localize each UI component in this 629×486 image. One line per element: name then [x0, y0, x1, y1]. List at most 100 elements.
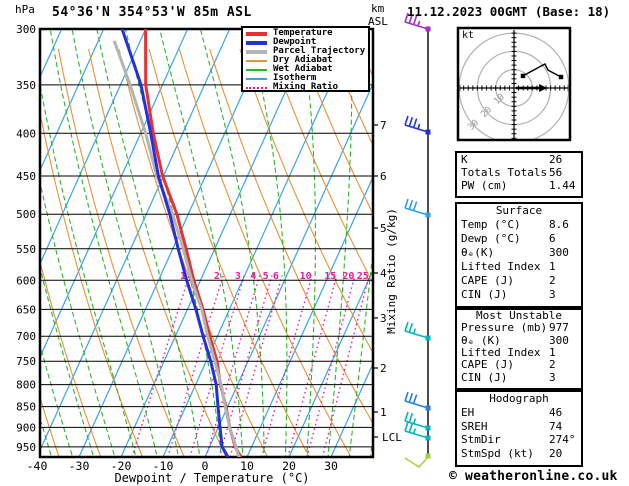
- pressure-tick-label: 450: [16, 170, 36, 183]
- run-date-title: 11.12.2023 00GMT (Base: 18): [407, 4, 611, 19]
- stat-row: SREH 74: [457, 420, 581, 434]
- stat-row: θₑ(K) 300: [457, 246, 581, 260]
- km-axis-unit: km: [371, 2, 385, 15]
- wet-adiabat-line: [370, 433, 373, 457]
- dry-adiabat-line: [209, 48, 373, 425]
- stat-value: 977: [549, 321, 569, 335]
- pressure-tick-label: 800: [16, 379, 36, 392]
- km-tick-label: 2: [380, 362, 387, 375]
- mixing-ratio-line: [229, 275, 283, 457]
- legend-item-label: Mixing Ratio: [273, 82, 339, 92]
- wet-adiabat-line: [40, 81, 142, 457]
- stat-label: Dewp (°C): [461, 232, 521, 245]
- wet-adiabat-line: [300, 29, 316, 457]
- hodograph-stats-panel: Hodograph EH 46 SREH 74 StmDir 274° StmSpd (kt…: [455, 390, 583, 467]
- stat-label: Totals Totals: [461, 166, 548, 179]
- isotherm-line: [204, 82, 373, 457]
- stat-label: Lifted Index: [461, 345, 541, 359]
- km-tick-label: 6: [380, 170, 387, 183]
- most-unstable-panel: Most Unstable Pressure (mb) 977 θₑ (K) 300 L…: [455, 308, 583, 390]
- wet-adiabat-line: [71, 29, 184, 457]
- isotherm-line: [162, 29, 357, 457]
- legend-line-sample: [246, 68, 267, 71]
- stat-value: 56: [549, 166, 563, 179]
- stat-row: StmDir 274°: [457, 433, 581, 447]
- pressure-tick-label: 500: [16, 208, 36, 221]
- hodograph-stats-panel-title: Hodograph: [489, 392, 549, 405]
- stat-row: StmSpd (kt) 20: [457, 447, 581, 461]
- wet-adiabat-line: [96, 29, 205, 457]
- stat-value: 2: [549, 274, 556, 287]
- stat-label: PW (cm): [461, 179, 508, 192]
- wind-barb: [404, 198, 431, 218]
- mixing-ratio-line: [260, 275, 313, 457]
- asl-axis-unit: ASL: [368, 15, 388, 28]
- stat-row: Lifted Index 1: [457, 260, 581, 274]
- legend-line-sample: [246, 77, 267, 80]
- legend-line-sample: [246, 31, 267, 36]
- surface-panel-title: Surface: [495, 204, 543, 217]
- lcl-label: LCL: [382, 431, 402, 444]
- hodograph-ring-label: 10: [492, 92, 507, 107]
- legend-line-sample: [246, 40, 267, 45]
- dry-adiabat-line: [0, 49, 17, 457]
- stat-label: Lifted Index: [461, 260, 541, 273]
- pressure-tick-label: 850: [16, 401, 36, 414]
- km-tick-label: 1: [380, 406, 387, 419]
- stat-value: 3: [549, 288, 556, 301]
- hodograph-trace: [522, 62, 562, 78]
- pressure-tick-label: 900: [16, 421, 36, 434]
- legend-line-sample: [246, 59, 267, 62]
- wet-adiabat-line: [248, 29, 289, 457]
- stat-value: 74: [549, 419, 563, 433]
- wind-barb-column: [404, 12, 431, 469]
- stat-label: CIN (J): [461, 288, 508, 301]
- wet-adiabat-line: [327, 29, 353, 457]
- indices-panel: K 26 Totals Totals 56 PW (cm) 1.44: [455, 151, 583, 198]
- stat-label: Pressure (mb): [461, 321, 548, 335]
- stat-value: 6: [549, 232, 556, 245]
- surface-panel: Surface Temp (°C) 8.6 Dewp (°C) 6 θₑ(K) 300 Li…: [455, 202, 583, 308]
- hodograph: 102030: [458, 30, 570, 140]
- stat-row: CIN (J) 3: [457, 288, 581, 302]
- wind-barb: [404, 115, 431, 135]
- stat-label: K: [461, 153, 468, 166]
- pressure-tick-label: 750: [16, 355, 36, 368]
- stat-value: 26: [549, 153, 563, 166]
- temp-tick-label: -30: [69, 459, 90, 473]
- mixing-ratio-axis-title: Mixing Ratio (g/kg): [385, 208, 398, 334]
- legend-line-sample: [246, 49, 267, 54]
- pressure-tick-label: 600: [16, 274, 36, 287]
- pressure-axis-unit: hPa: [15, 3, 35, 16]
- temp-tick-label: 30: [324, 459, 338, 473]
- stat-label: CAPE (J): [461, 274, 514, 287]
- legend: Temperature Dewpoint Parcel Trajectory Dry …: [241, 26, 370, 92]
- legend-item: Mixing Ratio: [243, 83, 368, 92]
- x-axis-title: Dewpoint / Temperature (°C): [114, 471, 309, 485]
- pressure-tick-label: 300: [16, 23, 36, 36]
- pressure-tick-label: 950: [16, 441, 36, 454]
- temp-tick-label: -40: [27, 459, 48, 473]
- stat-label: Temp (°C): [461, 218, 521, 231]
- dry-adiabat-line: [40, 259, 102, 457]
- wind-barb: [404, 453, 431, 469]
- stat-row: Dewp (°C) 6: [457, 232, 581, 246]
- wind-barb: [404, 411, 431, 431]
- stat-label: CIN (J): [461, 370, 508, 384]
- stat-value: 20: [549, 447, 563, 461]
- stat-row: Temp (°C) 8.6: [457, 218, 581, 232]
- mixing-ratio-line: [306, 275, 356, 457]
- pressure-tick-label: 350: [16, 79, 36, 92]
- stat-row: CIN (J) 3: [457, 370, 581, 384]
- pressure-tick-label: 550: [16, 243, 36, 256]
- temperature-curve: [144, 29, 243, 457]
- stat-row: EH 46: [457, 406, 581, 420]
- stat-value: 300: [549, 246, 569, 259]
- stat-value: 1: [549, 260, 556, 273]
- stat-value: 2: [549, 358, 556, 372]
- dry-adiabat-line: [239, 48, 373, 355]
- stat-value: 3: [549, 370, 556, 384]
- isotherm-line: [246, 175, 373, 457]
- stat-row: Totals Totals 56: [457, 166, 581, 179]
- stat-value: 8.6: [549, 218, 569, 231]
